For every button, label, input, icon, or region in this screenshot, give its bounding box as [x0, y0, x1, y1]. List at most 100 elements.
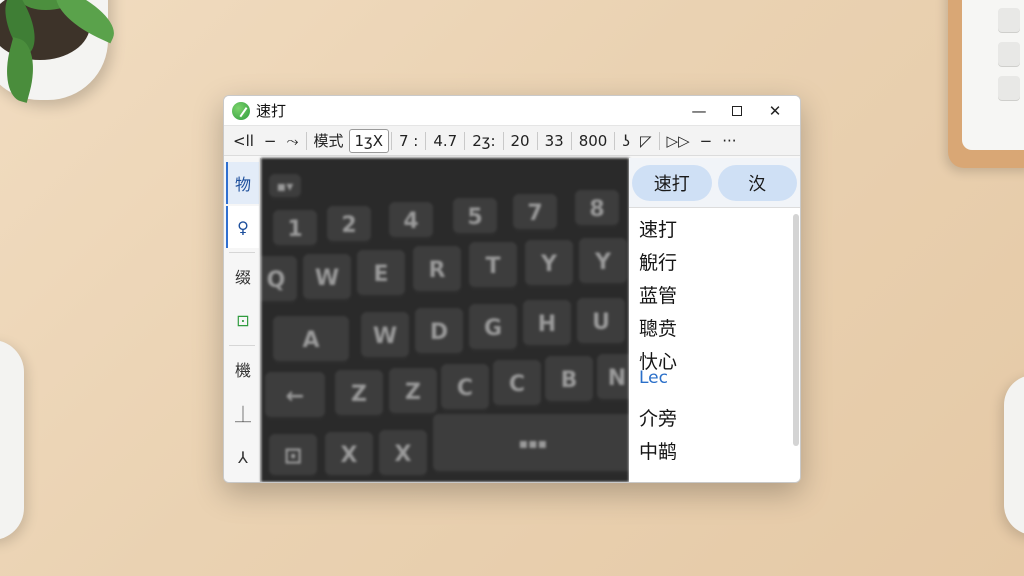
list-item[interactable]: 中鹋: [639, 434, 800, 467]
sidebar-item-6[interactable]: ⏊: [226, 392, 259, 434]
panel-tabs: 速打 汷: [629, 158, 800, 208]
sidebar-item-1[interactable]: 物: [225, 162, 259, 204]
redo-icon[interactable]: ⤳: [281, 129, 303, 153]
branch-icon: ⅄: [238, 447, 248, 467]
person-icon: ♀: [237, 217, 249, 237]
tab-sudda[interactable]: 速打: [632, 164, 712, 201]
list-item[interactable]: 聰贲: [639, 311, 800, 344]
sidebar-divider: [229, 345, 255, 346]
keyboard-key: Y: [525, 240, 573, 288]
keyboard-key: Y: [579, 238, 627, 286]
keyboard-key: Z: [335, 370, 383, 418]
keyboard-key: X: [325, 432, 373, 478]
keyboard-key: [998, 8, 1020, 32]
app-logo-icon: [232, 101, 250, 120]
sidebar-item-5[interactable]: 機: [226, 348, 259, 390]
candidate-list: 速打 觬行 蓝管 聰贲 忕心 Lec 介旁 中鹋: [629, 208, 800, 467]
list-item[interactable]: 速打: [639, 212, 800, 245]
keyboard-preview: ▪▾ 1 2 4 5 7 8 Q W E R T Y Y A W D G H U…: [261, 158, 629, 482]
keyboard-key: Q: [261, 256, 297, 304]
keyboard-key: C: [493, 360, 541, 408]
toolbar-divider: [391, 131, 392, 150]
minus-button-2[interactable]: −: [695, 129, 718, 153]
keyboard-key: A: [273, 316, 349, 364]
toolbar-divider: [502, 131, 504, 150]
keyboard-key: X: [379, 430, 427, 478]
keyboard-key: T: [469, 242, 517, 290]
sidebar-item-label: 缀: [234, 268, 251, 287]
keyboard-key: R: [413, 246, 461, 294]
list-item[interactable]: 介旁: [639, 401, 800, 434]
minimize-icon: —: [691, 101, 707, 120]
sidebar-item-3[interactable]: 缀: [226, 255, 259, 297]
close-button[interactable]: ✕: [758, 98, 792, 124]
next-button[interactable]: ▷▷: [662, 129, 695, 153]
window-controls: — ✕: [682, 98, 792, 124]
mouse-right: [1004, 375, 1024, 535]
toolbar: <ll − ⤳ 模式 1ʒX 7 : 4.7 2ʒ: 20 33 800 ʖ ◸…: [224, 126, 800, 156]
value-button-6[interactable]: 800: [574, 129, 613, 153]
link-item[interactable]: Lec: [639, 367, 800, 389]
keyboard-key: ←: [265, 372, 325, 420]
minimize-button[interactable]: —: [682, 98, 716, 124]
keyboard-key: ⊡: [269, 434, 317, 478]
maximize-button[interactable]: [720, 98, 754, 124]
stand-icon: ⏊: [234, 405, 251, 424]
list-item[interactable]: 觬行: [639, 245, 800, 278]
minus-button[interactable]: −: [259, 129, 282, 153]
more-icon[interactable]: ···: [717, 129, 741, 153]
toolbar-divider: [536, 131, 538, 150]
keyboard-key: H: [523, 300, 571, 348]
keyboard-key: U: [577, 298, 625, 346]
candidate-panel: 速打 汷 速打 觬行 蓝管 聰贲 忕心 Lec 介旁 中鹋: [629, 158, 800, 482]
scrollbar[interactable]: [793, 214, 799, 446]
keyboard-key: 1: [273, 210, 317, 248]
sidebar-divider: [229, 252, 255, 253]
keyboard-key: B: [545, 356, 593, 404]
shape-icon[interactable]: ◸: [635, 129, 657, 153]
keyboard-key: 2: [327, 206, 371, 244]
sidebar: 物 ♀ 缀 ⊡ 機 ⏊ ⅄: [224, 158, 261, 482]
toolbar-divider: [614, 131, 616, 150]
keyboard-key: Z: [389, 368, 437, 416]
keyboard-key: W: [303, 254, 351, 302]
prev-button[interactable]: <ll: [228, 129, 259, 153]
mode-select[interactable]: 1ʒX: [348, 128, 389, 153]
keyboard-key: 5: [453, 198, 497, 236]
physical-keyboard: [962, 0, 1024, 150]
sidebar-item-7[interactable]: ⅄: [226, 436, 259, 478]
list-item[interactable]: 蓝管: [639, 278, 800, 311]
keyboard-key: 4: [389, 202, 433, 240]
title-bar: 速打 — ✕: [224, 96, 800, 126]
keyboard-key: [998, 76, 1020, 100]
toolbar-divider: [464, 131, 466, 150]
main-body: 物 ♀ 缀 ⊡ 機 ⏊ ⅄ ▪▾ 1 2 4 5 7 8 Q W E R T Y: [224, 158, 800, 482]
app-window: 速打 — ✕ <ll − ⤳ 模式 1ʒX 7 : 4.7 2ʒ: 20 33: [223, 95, 801, 483]
value-button-4[interactable]: 20: [506, 129, 535, 153]
sidebar-item-label: 機: [234, 361, 251, 380]
mouse-left: [0, 340, 24, 540]
maximize-icon: [732, 105, 742, 116]
keyboard-key: N: [597, 354, 629, 402]
keyboard-key: [998, 42, 1020, 66]
tab-second[interactable]: 汷: [717, 164, 797, 201]
face-icon[interactable]: ʖ: [617, 129, 635, 153]
window-title: 速打: [256, 102, 287, 120]
keyboard-key: 7: [513, 194, 557, 232]
value-button-5[interactable]: 33: [540, 129, 569, 153]
value-button-3[interactable]: 2ʒ:: [467, 129, 500, 153]
keyboard-key: E: [357, 250, 405, 298]
value-button-2[interactable]: 4.7: [428, 129, 462, 153]
keyboard-key: G: [469, 304, 517, 352]
sidebar-item-label: 物: [234, 175, 251, 194]
keyboard-key: C: [441, 364, 489, 412]
sidebar-item-2[interactable]: ♀: [225, 206, 259, 248]
spacebar-key: ▪▪▪: [433, 414, 629, 474]
sidebar-item-4[interactable]: ⊡: [226, 299, 259, 341]
close-icon: ✕: [768, 101, 782, 120]
keyboard-key: W: [361, 312, 409, 360]
value-button-1[interactable]: 7 :: [394, 129, 423, 153]
toolbar-divider: [570, 131, 572, 150]
keyboard-key: 8: [575, 190, 619, 228]
